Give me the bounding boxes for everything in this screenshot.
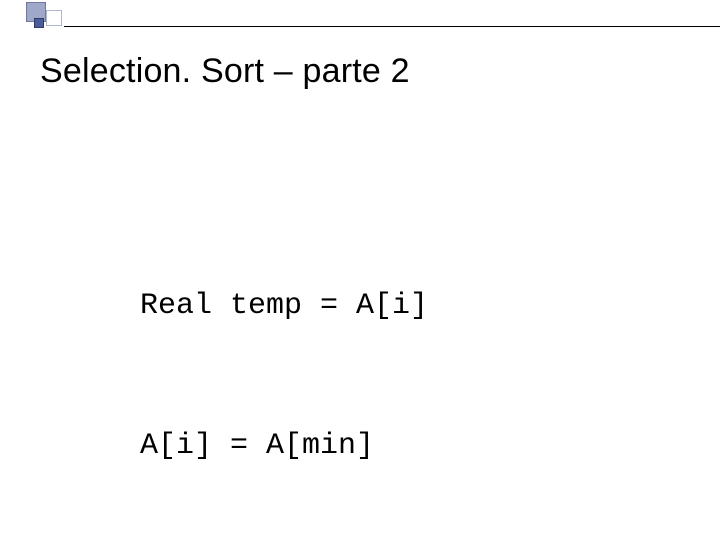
horizontal-rule bbox=[64, 26, 720, 27]
code-line: Real temp = A[i] bbox=[60, 283, 428, 330]
deco-square-icon bbox=[46, 10, 62, 26]
slide-title: Selection. Sort – parte 2 bbox=[40, 52, 410, 91]
deco-square-icon bbox=[34, 18, 44, 28]
code-block: Real temp = A[i] A[i] = A[min] A[min] = … bbox=[60, 190, 428, 540]
code-line: A[i] = A[min] bbox=[60, 423, 428, 470]
slide: Selection. Sort – parte 2 Real temp = A[… bbox=[0, 0, 720, 540]
